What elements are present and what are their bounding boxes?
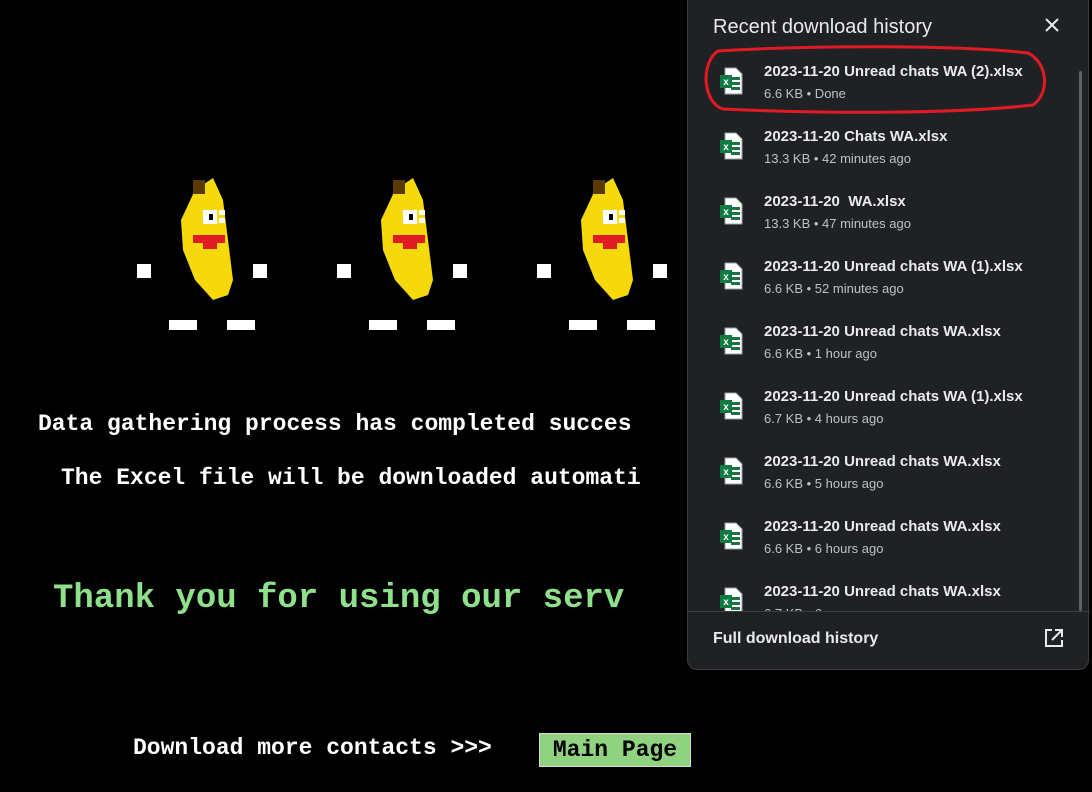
file-meta: 6.6 KB • Done	[764, 86, 846, 101]
download-list: x 2023-11-20 Unread chats WA (2).xlsx 6.6 …	[688, 49, 1090, 611]
file-name: 2023-11-20 Unread chats WA.xlsx	[764, 323, 1001, 340]
download-item[interactable]: x 2023-11-20 Unread chats WA (1).xlsx 6.6 …	[688, 244, 1068, 309]
svg-text:x: x	[723, 402, 729, 413]
completion-message: Data gathering process has completed suc…	[38, 411, 632, 437]
dancing-banana-image	[337, 178, 467, 330]
panel-title: Recent download history	[713, 16, 933, 38]
excel-file-icon: x	[720, 67, 743, 95]
svg-text:x: x	[723, 467, 729, 478]
download-history-panel: Recent download history x 2023-11-20 Unre…	[687, 0, 1090, 670]
thank-you-message: Thank you for using our serv	[53, 580, 625, 618]
file-name: 2023-11-20 Unread chats WA.xlsx	[764, 453, 1001, 470]
full-download-history-link[interactable]: Full download history	[713, 630, 878, 648]
file-name: 2023-11-20 WA.xlsx	[764, 193, 906, 210]
download-item[interactable]: x 2023-11-20 Unread chats WA (2).xlsx 6.6 …	[688, 49, 1068, 114]
open-in-new-icon[interactable]	[1043, 627, 1065, 649]
excel-file-icon: x	[720, 132, 743, 160]
file-name: 2023-11-20 Unread chats WA (1).xlsx	[764, 258, 1023, 275]
file-meta: 13.3 KB • 42 minutes ago	[764, 151, 911, 166]
download-more-label: Download more contacts >>>	[133, 735, 492, 761]
excel-file-icon: x	[720, 457, 743, 485]
excel-file-icon: x	[720, 262, 743, 290]
file-meta: 6.6 KB • 5 hours ago	[764, 476, 884, 491]
download-item[interactable]: x 2023-11-20 Unread chats WA.xlsx 6.6 KB •…	[688, 309, 1068, 374]
svg-text:x: x	[723, 142, 729, 153]
excel-file-icon: x	[720, 522, 743, 550]
excel-file-icon: x	[720, 587, 743, 611]
dancing-banana-image	[537, 178, 667, 330]
scrollbar[interactable]	[1079, 71, 1082, 611]
divider	[688, 611, 1090, 612]
file-name: 2023-11-20 Unread chats WA.xlsx	[764, 518, 1001, 535]
file-meta: 6.6 KB • 52 minutes ago	[764, 281, 904, 296]
excel-file-icon: x	[720, 197, 743, 225]
download-item[interactable]: x 2023-11-20 Unread chats WA.xlsx 6.6 KB •…	[688, 439, 1068, 504]
download-item[interactable]: x 2023-11-20 Unread chats WA.xlsx 6.6 KB •…	[688, 504, 1068, 569]
file-meta: 6.6 KB • 1 hour ago	[764, 346, 877, 361]
svg-text:x: x	[723, 77, 729, 88]
svg-text:x: x	[723, 272, 729, 283]
main-page-button[interactable]: Main Page	[539, 733, 691, 767]
download-item[interactable]: x2023-11-20 Unread chats WA.xlsx6.7 KB •…	[688, 569, 1068, 611]
file-name: 2023-11-20 Unread chats WA (2).xlsx	[764, 63, 1023, 80]
file-name: 2023-11-20 Chats WA.xlsx	[764, 128, 948, 145]
excel-file-icon: x	[720, 392, 743, 420]
svg-text:x: x	[723, 207, 729, 218]
svg-text:x: x	[723, 597, 729, 608]
svg-text:x: x	[723, 532, 729, 543]
download-info-message: The Excel file will be downloaded automa…	[61, 465, 641, 491]
download-item[interactable]: x 2023-11-20 Unread chats WA (1).xlsx 6.7 …	[688, 374, 1068, 439]
file-name: 2023-11-20 Unread chats WA.xlsx	[764, 583, 1001, 600]
file-meta: 6.6 KB • 6 hours ago	[764, 541, 884, 556]
svg-text:x: x	[723, 337, 729, 348]
dancing-banana-image	[137, 173, 267, 330]
close-icon[interactable]	[1038, 11, 1066, 39]
file-name: 2023-11-20 Unread chats WA (1).xlsx	[764, 388, 1023, 405]
download-item[interactable]: x 2023-11-20 WA.xlsx 13.3 KB • 47 minutes …	[688, 179, 1068, 244]
file-meta: 13.3 KB • 47 minutes ago	[764, 216, 911, 231]
file-meta: 6.7 KB • 4 hours ago	[764, 411, 884, 426]
download-item[interactable]: x 2023-11-20 Chats WA.xlsx 13.3 KB • 42 mi…	[688, 114, 1068, 179]
excel-file-icon: x	[720, 327, 743, 355]
